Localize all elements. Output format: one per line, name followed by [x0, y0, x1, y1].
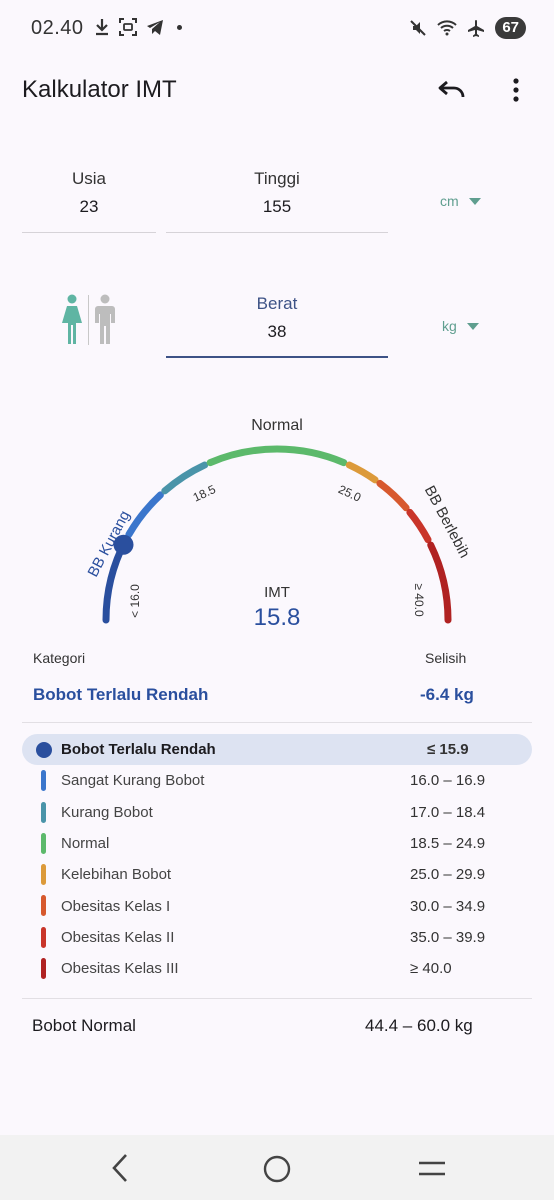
category-color-bar: [41, 864, 46, 886]
gauge-label-overweight: BB Berlebih: [421, 483, 473, 561]
category-row: Kelebihan Bobot 25.0 – 29.9: [22, 859, 532, 890]
category-row: Obesitas Kelas I 30.0 – 34.9: [22, 890, 532, 921]
gauge-segment-3: [161, 461, 209, 495]
category-color-bar: [41, 801, 46, 823]
category-range: 25.0 – 29.9: [410, 866, 486, 884]
weight-unit-label: kg: [442, 318, 457, 334]
category-row: Bobot Terlalu Rendah ≤ 15.9: [22, 734, 532, 766]
undo-icon: [438, 80, 465, 98]
screenshot-icon: [119, 18, 137, 36]
gauge-tick-25: 25.0: [336, 482, 363, 505]
category-name: Sangat Kurang Bobot: [61, 772, 205, 790]
weight-label: Berat: [256, 294, 298, 313]
gauge-tick-18-5: 18.5: [191, 482, 218, 505]
height-field[interactable]: Tinggi 155: [166, 168, 388, 233]
back-icon[interactable]: [100, 1152, 140, 1184]
age-label: Usia: [71, 169, 106, 188]
category-name: Normal: [61, 835, 110, 853]
status-icons-right: 67: [409, 17, 526, 39]
divider: [22, 722, 532, 723]
battery-indicator: 67: [495, 17, 526, 39]
gender-toggle[interactable]: [60, 294, 120, 346]
normal-weight-label: Bobot Normal: [32, 1016, 136, 1035]
female-icon[interactable]: [60, 294, 84, 346]
age-underline: [22, 232, 156, 233]
weight-unit-dropdown[interactable]: kg: [442, 318, 479, 334]
height-value: 155: [262, 197, 292, 216]
category-name: Obesitas Kelas III: [61, 960, 179, 978]
height-unit-label: cm: [440, 193, 459, 209]
gauge-segment-4: [206, 445, 348, 467]
notification-dot-icon: [177, 24, 182, 30]
airplane-icon: [468, 20, 485, 37]
category-row: Kurang Bobot 17.0 – 18.4: [22, 797, 532, 828]
gauge-segment-5: [345, 461, 379, 484]
age-value: 23: [79, 197, 99, 216]
download-icon: [96, 19, 108, 36]
category-range: 35.0 – 39.9: [410, 928, 486, 946]
dropdown-arrow-icon: [466, 322, 479, 330]
category-name: Obesitas Kelas I: [61, 897, 171, 915]
gauge-pointer: [113, 534, 134, 555]
category-list: Bobot Terlalu Rendah ≤ 15.9 Sangat Kuran…: [22, 734, 532, 984]
mute-icon: [410, 20, 427, 36]
wifi-icon: [437, 20, 458, 36]
difference-value: -6.4 kg: [420, 685, 474, 704]
category-color-bar: [41, 958, 46, 980]
more-vert-icon: [513, 78, 519, 102]
height-underline: [166, 232, 388, 233]
dropdown-arrow-icon: [468, 197, 481, 205]
category-color-bar: [41, 832, 46, 854]
gender-divider: [88, 295, 89, 345]
gauge-segment-2: [125, 491, 164, 538]
gauge-label-normal: Normal: [251, 417, 303, 434]
category-color-bar: [41, 926, 46, 948]
recents-icon[interactable]: [418, 1160, 446, 1178]
category-row: Obesitas Kelas III ≥ 40.0: [22, 953, 532, 984]
weight-underline: [166, 356, 388, 358]
category-color-bar: [41, 770, 46, 792]
weight-value: 38: [267, 322, 287, 341]
undo-button[interactable]: [432, 74, 472, 106]
divider: [22, 998, 532, 999]
status-time: 02.40: [31, 17, 84, 39]
imt-label: IMT: [264, 584, 290, 601]
category-range: 17.0 – 18.4: [410, 803, 486, 821]
category-row: Sangat Kurang Bobot 16.0 – 16.9: [22, 765, 532, 796]
category-range: 18.5 – 24.9: [410, 835, 486, 853]
weight-field[interactable]: Berat 38: [166, 293, 388, 358]
age-field[interactable]: Usia 23: [22, 168, 156, 233]
home-icon[interactable]: [263, 1155, 291, 1183]
height-unit-dropdown[interactable]: cm: [440, 193, 481, 209]
height-label: Tinggi: [254, 169, 300, 188]
page-title: Kalkulator IMT: [22, 76, 177, 103]
category-color-bar: [41, 895, 46, 917]
category-range: ≤ 15.9: [427, 741, 469, 759]
category-name: Obesitas Kelas II: [61, 928, 175, 946]
category-dot: [36, 742, 52, 758]
category-name: Kurang Bobot: [61, 803, 153, 821]
gauge-segment-6: [376, 479, 410, 512]
category-range: 16.0 – 16.9: [410, 772, 486, 790]
imt-value: 15.8: [253, 604, 301, 631]
status-icons-left: [94, 18, 182, 36]
normal-weight-value: 44.4 – 60.0 kg: [365, 1016, 473, 1035]
more-options-button[interactable]: [502, 74, 530, 106]
category-range: 30.0 – 34.9: [410, 897, 486, 915]
telegram-icon: [147, 20, 163, 35]
category-name: Bobot Terlalu Rendah: [61, 741, 216, 759]
category-value: Bobot Terlalu Rendah: [33, 685, 209, 704]
category-row: Obesitas Kelas II 35.0 – 39.9: [22, 922, 532, 953]
gauge-segment-7: [406, 508, 432, 544]
difference-label: Selisih: [425, 650, 467, 666]
category-label: Kategori: [33, 650, 86, 666]
male-icon[interactable]: [93, 294, 117, 346]
category-row: Normal 18.5 – 24.9: [22, 828, 532, 859]
category-range: ≥ 40.0: [410, 960, 452, 978]
category-name: Kelebihan Bobot: [61, 866, 172, 884]
